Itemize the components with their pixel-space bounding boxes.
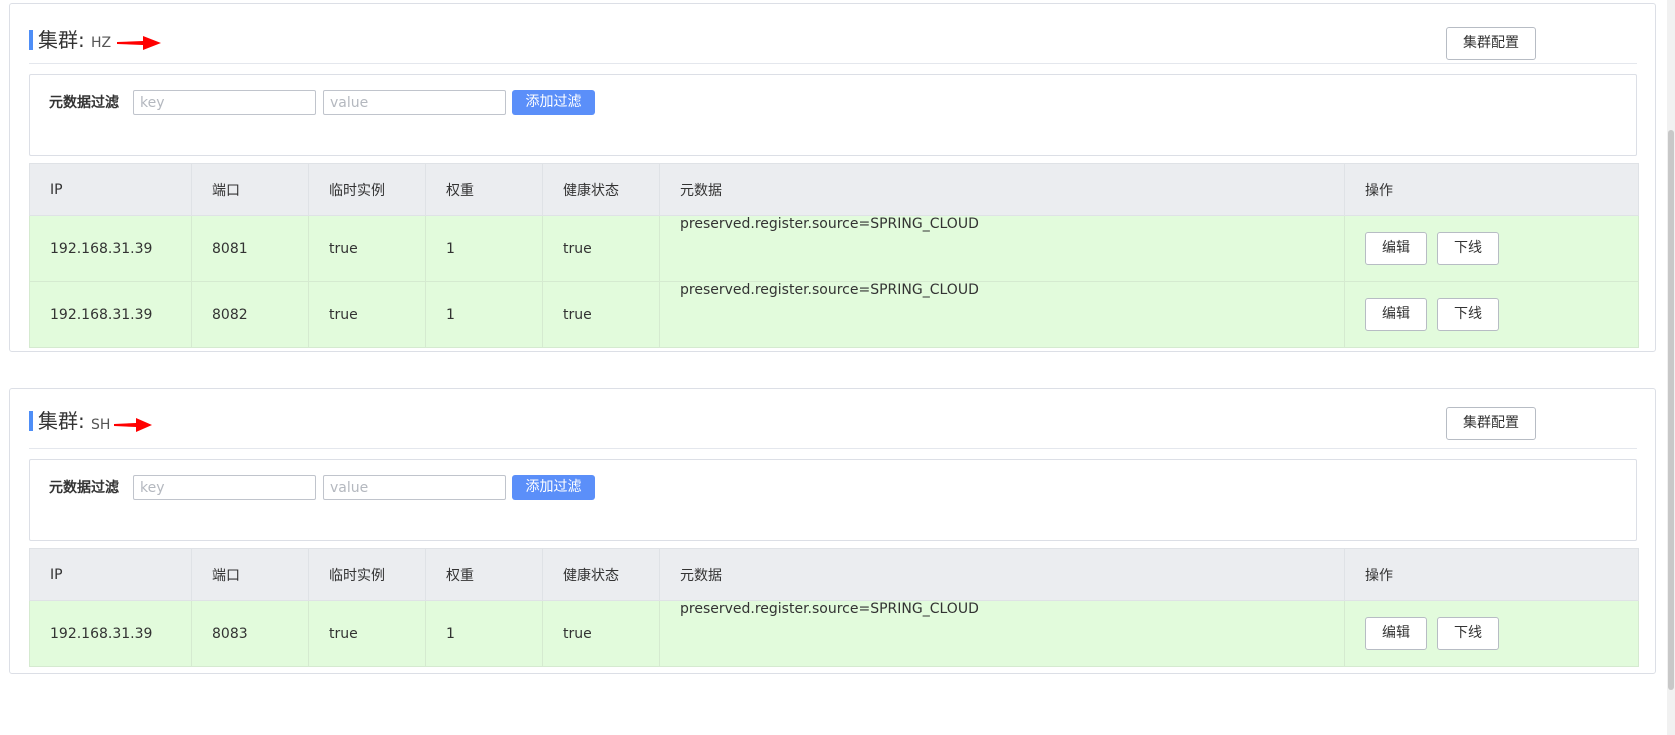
edit-button[interactable]: 编辑	[1365, 232, 1427, 265]
filter-label: 元数据过滤	[49, 95, 119, 111]
cell-port: 8081	[191, 215, 309, 282]
cell-healthy: true	[542, 215, 660, 282]
cell-ephemeral: true	[308, 215, 426, 282]
edit-button[interactable]: 编辑	[1365, 617, 1427, 650]
cluster-card-sh: 集群: SH 集群配置 元数据过滤 添加过滤 IP 端口 临时实例 权重 健康状…	[9, 388, 1656, 674]
red-arrow-icon	[117, 36, 161, 50]
column-header-ip: IP	[29, 163, 192, 216]
cell-healthy: true	[542, 600, 660, 667]
cluster-config-button[interactable]: 集群配置	[1446, 407, 1536, 440]
cell-ip: 192.168.31.39	[29, 215, 192, 282]
column-header-weight: 权重	[425, 163, 543, 216]
cluster-name: HZ	[91, 35, 112, 51]
table-row: 192.168.31.39 8083 true 1 true preserved…	[29, 600, 1639, 667]
cell-port: 8082	[191, 281, 309, 348]
cell-ip: 192.168.31.39	[29, 600, 192, 667]
table-header-row: IP 端口 临时实例 权重 健康状态 元数据 操作	[29, 163, 1639, 216]
cell-metadata: preserved.register.source=SPRING_CLOUD	[659, 600, 1345, 667]
table-row: 192.168.31.39 8082 true 1 true preserved…	[29, 281, 1639, 348]
column-header-actions: 操作	[1344, 548, 1639, 601]
column-header-metadata: 元数据	[659, 548, 1345, 601]
cluster-name: SH	[91, 417, 111, 433]
edit-button[interactable]: 编辑	[1365, 298, 1427, 331]
metadata-filter-panel: 元数据过滤 添加过滤	[29, 74, 1637, 156]
cluster-config-button[interactable]: 集群配置	[1446, 27, 1536, 60]
column-header-port: 端口	[191, 548, 309, 601]
cell-actions: 编辑 下线	[1344, 600, 1639, 667]
column-header-healthy: 健康状态	[542, 163, 660, 216]
offline-button[interactable]: 下线	[1437, 232, 1499, 265]
filter-key-input[interactable]	[133, 475, 316, 500]
cell-healthy: true	[542, 281, 660, 348]
red-arrow-icon	[114, 418, 152, 432]
cell-metadata: preserved.register.source=SPRING_CLOUD	[659, 281, 1345, 348]
cell-weight: 1	[425, 215, 543, 282]
column-header-ephemeral: 临时实例	[308, 548, 426, 601]
cell-ip: 192.168.31.39	[29, 281, 192, 348]
cell-actions: 编辑 下线	[1344, 215, 1639, 282]
add-filter-button[interactable]: 添加过滤	[512, 475, 595, 500]
filter-value-input[interactable]	[323, 90, 506, 115]
cluster-card-hz: 集群: HZ 集群配置 元数据过滤 添加过滤 IP 端口 临时实例 权重 健康状…	[9, 3, 1656, 352]
cluster-header: 集群: HZ 集群配置	[29, 4, 1637, 64]
cell-port: 8083	[191, 600, 309, 667]
cell-weight: 1	[425, 600, 543, 667]
offline-button[interactable]: 下线	[1437, 617, 1499, 650]
column-header-metadata: 元数据	[659, 163, 1345, 216]
cell-actions: 编辑 下线	[1344, 281, 1639, 348]
column-header-weight: 权重	[425, 548, 543, 601]
cluster-title-label: 集群:	[38, 28, 85, 52]
title-accent-bar	[29, 30, 33, 50]
column-header-actions: 操作	[1344, 163, 1639, 216]
add-filter-button[interactable]: 添加过滤	[512, 90, 595, 115]
cell-metadata: preserved.register.source=SPRING_CLOUD	[659, 215, 1345, 282]
table-header-row: IP 端口 临时实例 权重 健康状态 元数据 操作	[29, 548, 1639, 601]
filter-key-input[interactable]	[133, 90, 316, 115]
page-scrollbar[interactable]	[1667, 0, 1675, 735]
instance-table: IP 端口 临时实例 权重 健康状态 元数据 操作 192.168.31.39 …	[29, 548, 1639, 667]
column-header-healthy: 健康状态	[542, 548, 660, 601]
filter-label: 元数据过滤	[49, 480, 119, 496]
column-header-ip: IP	[29, 548, 192, 601]
offline-button[interactable]: 下线	[1437, 298, 1499, 331]
cluster-title-label: 集群:	[38, 409, 85, 433]
instance-table: IP 端口 临时实例 权重 健康状态 元数据 操作 192.168.31.39 …	[29, 163, 1639, 348]
cell-weight: 1	[425, 281, 543, 348]
scrollbar-thumb[interactable]	[1668, 130, 1674, 690]
table-row: 192.168.31.39 8081 true 1 true preserved…	[29, 215, 1639, 282]
title-accent-bar	[29, 411, 33, 431]
column-header-ephemeral: 临时实例	[308, 163, 426, 216]
column-header-port: 端口	[191, 163, 309, 216]
cell-ephemeral: true	[308, 281, 426, 348]
filter-value-input[interactable]	[323, 475, 506, 500]
cluster-header: 集群: SH 集群配置	[29, 389, 1637, 449]
cell-ephemeral: true	[308, 600, 426, 667]
metadata-filter-panel: 元数据过滤 添加过滤	[29, 459, 1637, 541]
